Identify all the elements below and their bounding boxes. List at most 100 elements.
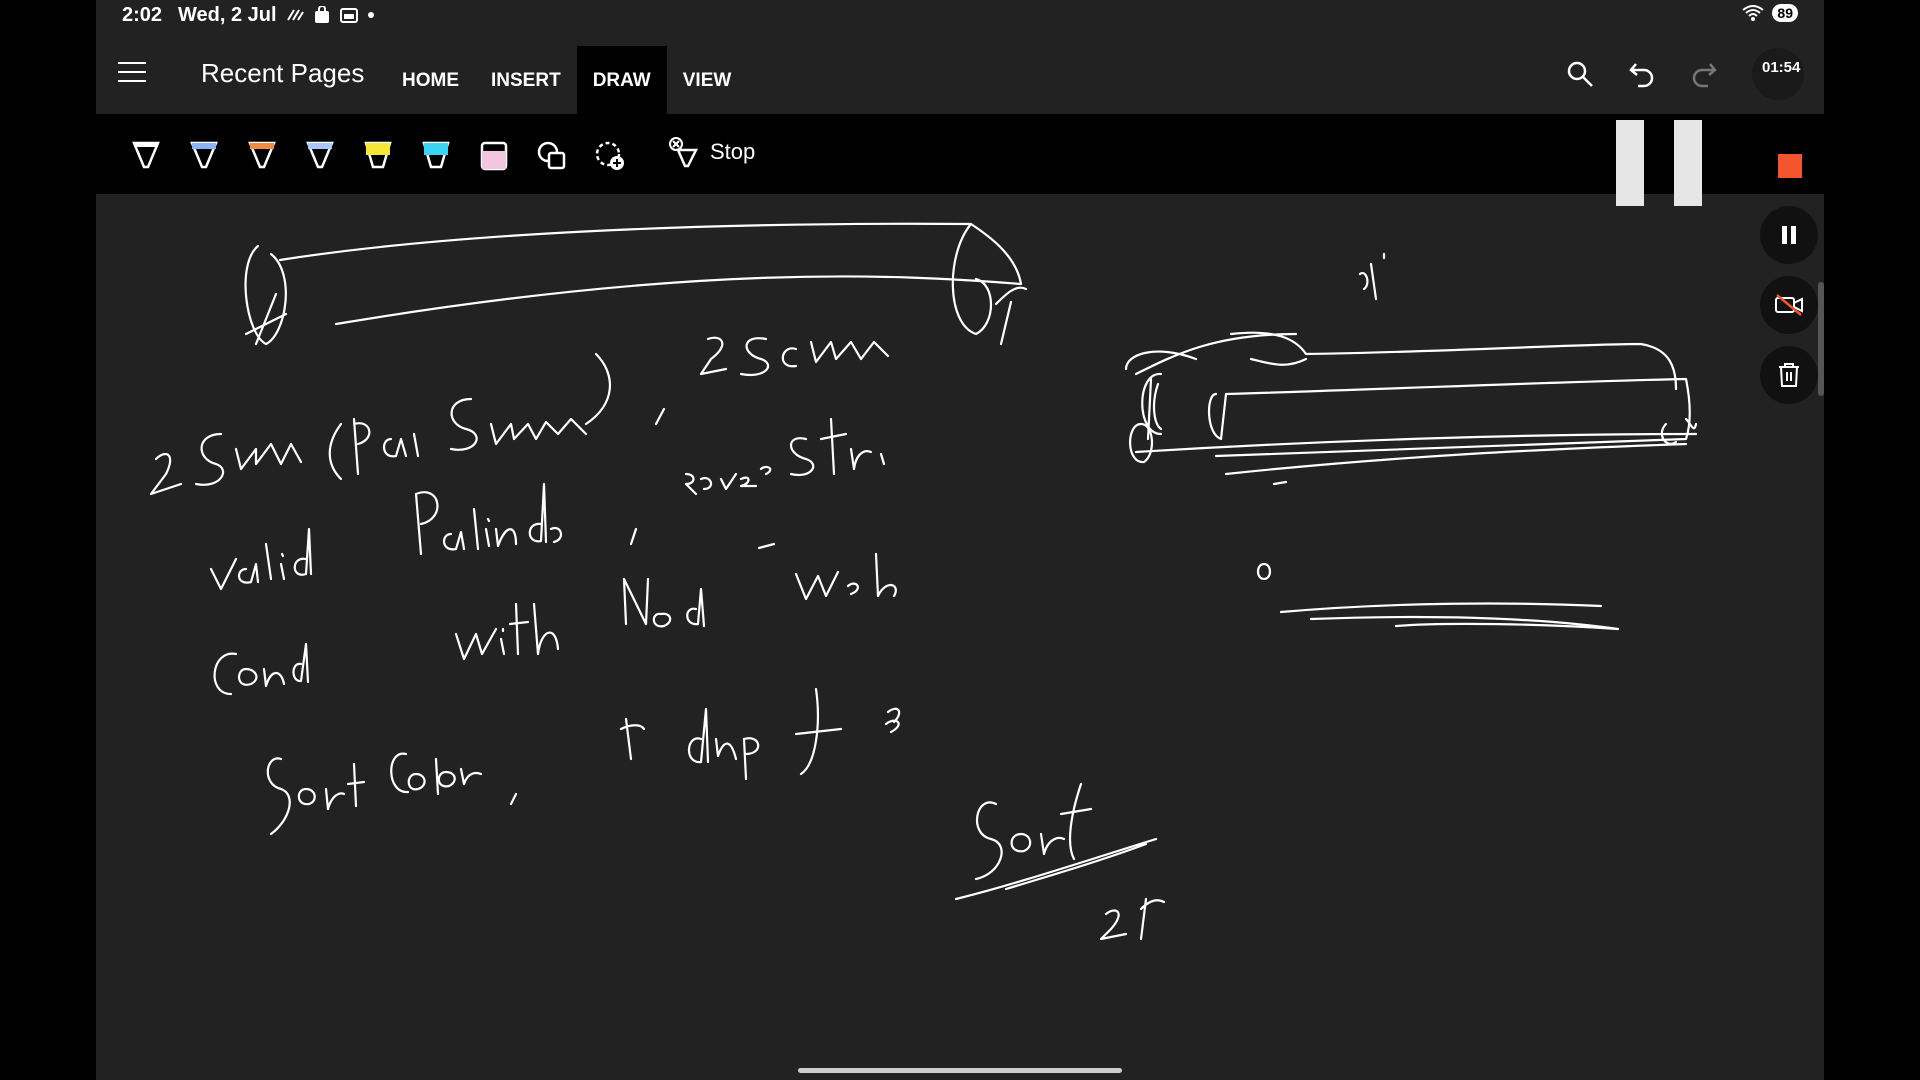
ink-stroke: [654, 407, 666, 426]
page-title[interactable]: Recent Pages: [201, 58, 364, 89]
tab-insert[interactable]: INSERT: [475, 46, 577, 114]
ink-stroke: [794, 552, 897, 601]
search-icon[interactable]: [1566, 60, 1594, 88]
home-indicator[interactable]: [798, 1068, 1122, 1073]
tab-view[interactable]: VIEW: [667, 46, 748, 114]
recording-pause-overlay: [1616, 120, 1702, 206]
drawing-canvas[interactable]: [96, 194, 1824, 1060]
ink-stroke: [293, 527, 313, 576]
white-pen-icon[interactable]: [126, 136, 166, 176]
draw-toolbar: Stop: [96, 114, 1824, 194]
ink-stroke: [619, 717, 646, 761]
ink-stroke: [1141, 372, 1163, 441]
ink-stroke: [494, 482, 563, 548]
stop-drawing-button[interactable]: Stop: [668, 136, 755, 168]
camera-off-button[interactable]: [1760, 276, 1818, 334]
shapes-icon[interactable]: [532, 136, 572, 176]
ink-stroke: [974, 801, 1003, 881]
ink-stroke: [414, 491, 439, 556]
ribbon-tabs: HOME INSERT DRAW VIEW: [386, 46, 747, 114]
ink-stroke: [209, 557, 260, 591]
ink-stroke: [629, 527, 638, 546]
stop-recording-icon[interactable]: [1778, 154, 1802, 178]
blue-pen-icon[interactable]: [184, 136, 224, 176]
ink-stroke: [213, 652, 238, 696]
ink-stroke: [1249, 357, 1308, 366]
ink-stroke: [994, 286, 1028, 346]
ink-stroke: [328, 422, 343, 481]
battery-badge: 89: [1772, 4, 1798, 22]
ink-stroke: [234, 442, 303, 471]
stop-label: Stop: [710, 139, 756, 164]
pause-recording-button[interactable]: [1760, 206, 1818, 264]
pause-bar: [1674, 120, 1702, 206]
orange-pen-icon[interactable]: [242, 136, 282, 176]
signal-slash-icon: [287, 9, 304, 21]
ink-stroke: [244, 292, 288, 346]
ink-stroke: [352, 417, 371, 476]
app-bar-actions: 01:54: [1566, 48, 1804, 100]
ink-stroke: [1272, 480, 1288, 486]
delete-recording-button[interactable]: [1760, 346, 1818, 404]
ink-stroke: [1256, 562, 1272, 581]
ink-stroke: [1010, 782, 1093, 861]
ink-stroke: [699, 336, 728, 376]
ink-stroke: [954, 837, 1158, 901]
ink-stroke: [1358, 252, 1386, 301]
wifi-icon: [1742, 5, 1765, 21]
pen-tools: [126, 136, 630, 176]
ink-stroke: [1099, 897, 1166, 941]
cyan-highlighter-icon[interactable]: [416, 136, 456, 176]
ink-stroke: [238, 642, 310, 688]
menu-icon[interactable]: [118, 62, 146, 84]
lasso-add-icon[interactable]: [590, 136, 630, 176]
undo-icon[interactable]: [1628, 60, 1656, 88]
ink-stroke: [739, 337, 769, 377]
ink-stroke: [278, 222, 1023, 326]
tab-home[interactable]: HOME: [386, 46, 475, 114]
status-notification-icons: [286, 6, 374, 24]
ink-stroke: [454, 602, 560, 661]
ink-stroke: [266, 757, 291, 836]
ink-stroke: [687, 707, 760, 781]
recording-timer-text: 01:54: [1762, 59, 1801, 76]
ink-stroke: [390, 752, 483, 796]
camera-off-icon: [1775, 294, 1803, 316]
app-bar: Recent Pages HOME INSERT DRAW VIEW 01:54: [96, 32, 1824, 114]
pause-icon: [1782, 226, 1796, 244]
ink-stroke: [264, 542, 286, 581]
ink-stroke: [1129, 422, 1153, 464]
redo-icon[interactable]: [1690, 60, 1718, 88]
light-blue-pen-icon[interactable]: [300, 136, 340, 176]
ink-stroke: [757, 542, 776, 550]
ink-stroke: [622, 577, 706, 628]
ink-stroke: [781, 340, 890, 368]
ink-stroke: [383, 432, 420, 458]
ink-stroke: [789, 417, 886, 477]
ink-stroke: [489, 417, 588, 446]
ink-stroke: [684, 465, 772, 496]
ink-stroke: [1279, 602, 1620, 631]
recording-timer[interactable]: 01:54: [1752, 48, 1804, 100]
trash-icon: [1779, 363, 1799, 387]
ink-stroke: [584, 352, 611, 426]
ink-stroke: [297, 762, 366, 811]
tab-draw[interactable]: DRAW: [576, 46, 667, 114]
dot-icon: [368, 12, 374, 18]
ink-stroke: [794, 687, 843, 776]
status-bar: 2:02 Wed, 2 Jul 89: [96, 0, 1824, 32]
status-date: Wed, 2 Jul: [178, 4, 277, 26]
yellow-highlighter-icon[interactable]: [358, 136, 398, 176]
shopping-bag-icon: [315, 6, 329, 23]
calendar-icon: [340, 8, 358, 23]
pink-highlighter-icon[interactable]: [474, 136, 514, 176]
ink-stroke: [1124, 332, 1298, 376]
stop-pen-icon: [669, 137, 699, 168]
ink-stroke: [149, 452, 183, 496]
scrollbar[interactable]: [1818, 282, 1824, 396]
status-time: 2:02: [122, 4, 163, 26]
ink-stroke: [443, 507, 491, 551]
ink-stroke: [509, 792, 518, 806]
pause-bar: [1616, 120, 1644, 206]
status-right-icons: 89: [1742, 4, 1798, 22]
